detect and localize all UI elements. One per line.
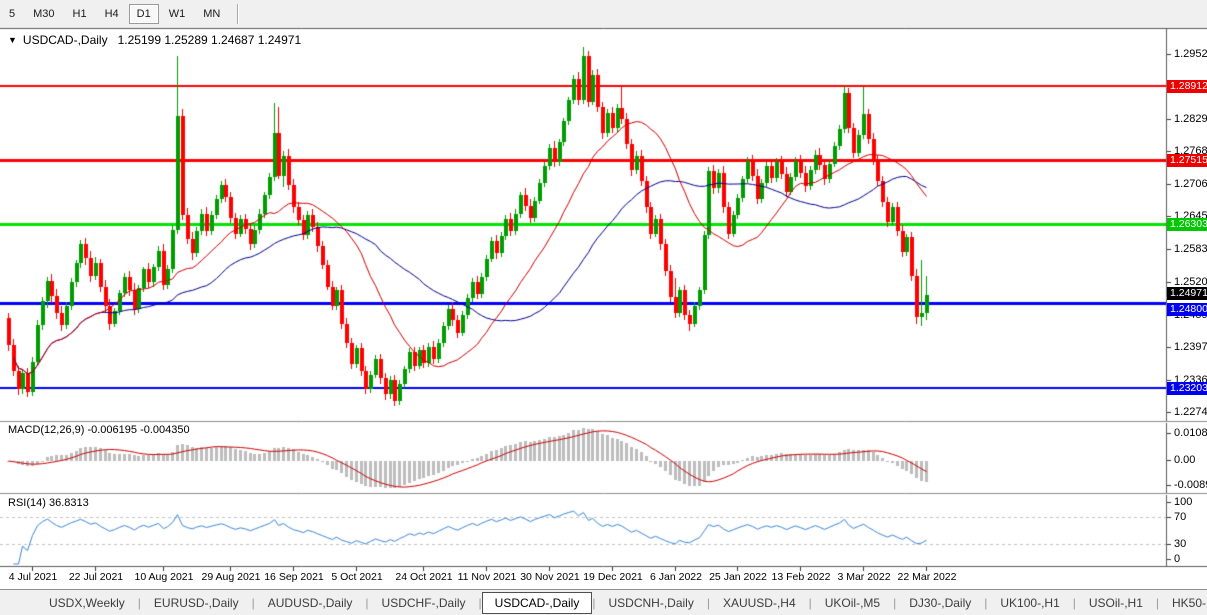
price-axis-tick: 1.27065 — [1174, 178, 1207, 190]
tab-eurusd-daily[interactable]: EURUSD-,Daily — [141, 593, 252, 613]
price-badge-1.27515: 1.27515 — [1167, 154, 1207, 167]
symbol-tab-bar: USDX,Weekly | EURUSD-,Daily | AUDUSD-,Daily |… — [0, 589, 1207, 615]
tab-ukoil-m5[interactable]: UKOil-,M5 — [812, 593, 893, 613]
rsi-axis-30: 30 — [1174, 538, 1187, 550]
rsi-indicator-label: RSI(14) 36.8313 — [8, 497, 89, 509]
price-axis-tick: 1.29525 — [1174, 48, 1207, 60]
price-badge-1.24971: 1.24971 — [1167, 287, 1207, 300]
timeframe-button-d1[interactable]: D1 — [128, 3, 159, 24]
price-badge-1.23203: 1.23203 — [1167, 382, 1207, 395]
date-axis-label: 22 Jul 2021 — [68, 571, 124, 583]
chart-symbol-label: USDCAD-,Daily — [22, 33, 108, 47]
price-axis-tick: 1.22745 — [1174, 406, 1207, 418]
price-badge-1.28912: 1.28912 — [1167, 80, 1207, 93]
tab-hk50-h1[interactable]: HK50-,H1 — [1159, 593, 1207, 613]
macd-axis-zero: 0.00 — [1174, 454, 1196, 466]
macd-axis-min: -0.008974 — [1174, 479, 1207, 491]
timeframe-button-h1[interactable]: H1 — [65, 4, 95, 24]
macd-indicator-label: MACD(12,26,9) -0.006195 -0.004350 — [8, 424, 190, 436]
price-axis-tick: 1.23975 — [1174, 341, 1207, 353]
trading-platform-window: 5 M30 H1 H4 D1 W1 MN ▼ USDCAD-,Daily 1.25199 1.2… — [0, 0, 1207, 615]
timeframe-button-mn[interactable]: MN — [195, 4, 228, 24]
chart-dropdown-arrow-icon[interactable]: ▼ — [8, 35, 17, 45]
timeframe-toolbar: 5 M30 H1 H4 D1 W1 MN — [0, 0, 1207, 27]
tab-audusd-daily[interactable]: AUDUSD-,Daily — [255, 593, 366, 613]
price-axis-tick: 1.25835 — [1174, 243, 1207, 255]
timeframe-button-w1[interactable]: W1 — [161, 4, 194, 24]
price-chart-canvas[interactable] — [0, 0, 1207, 615]
macd-axis-max: 0.010869 — [1174, 427, 1207, 439]
price-badge-1.24800: 1.24800 — [1167, 303, 1207, 316]
chart-title: ▼ USDCAD-,Daily 1.25199 1.25289 1.24687 1.… — [8, 33, 301, 47]
date-axis-label: 5 Oct 2021 — [331, 571, 383, 583]
rsi-axis-100: 100 — [1174, 496, 1193, 508]
tab-xauusd-h4[interactable]: XAUUSD-,H4 — [710, 593, 809, 613]
rsi-axis-0: 0 — [1174, 553, 1181, 565]
price-badge-1.26303: 1.26303 — [1167, 218, 1207, 231]
tab-usdchf-daily[interactable]: USDCHF-,Daily — [369, 593, 479, 613]
date-axis-label: 22 Mar 2022 — [897, 571, 957, 583]
date-axis-label: 10 Aug 2021 — [134, 571, 194, 583]
tab-usoil-h1[interactable]: USOil-,H1 — [1076, 593, 1156, 613]
tab-dj30-daily[interactable]: DJ30-,Daily — [896, 593, 984, 613]
rsi-axis-70: 70 — [1174, 511, 1187, 523]
tab-usdcad-daily[interactable]: USDCAD-,Daily — [481, 591, 593, 614]
tab-uk100-h1[interactable]: UK100-,H1 — [987, 593, 1072, 613]
price-axis-tick: 1.28295 — [1174, 113, 1207, 125]
timeframe-button-m30[interactable]: M30 — [25, 4, 62, 24]
tab-usdx-weekly[interactable]: USDX,Weekly — [36, 593, 138, 613]
tab-usdcnh-daily[interactable]: USDCNH-,Daily — [595, 593, 706, 613]
toolbar-separator — [237, 3, 239, 24]
timeframe-button-5[interactable]: 5 — [1, 4, 23, 24]
chart-ohlc-values: 1.25199 1.25289 1.24687 1.24971 — [117, 33, 302, 47]
timeframe-button-h4[interactable]: H4 — [97, 4, 127, 24]
